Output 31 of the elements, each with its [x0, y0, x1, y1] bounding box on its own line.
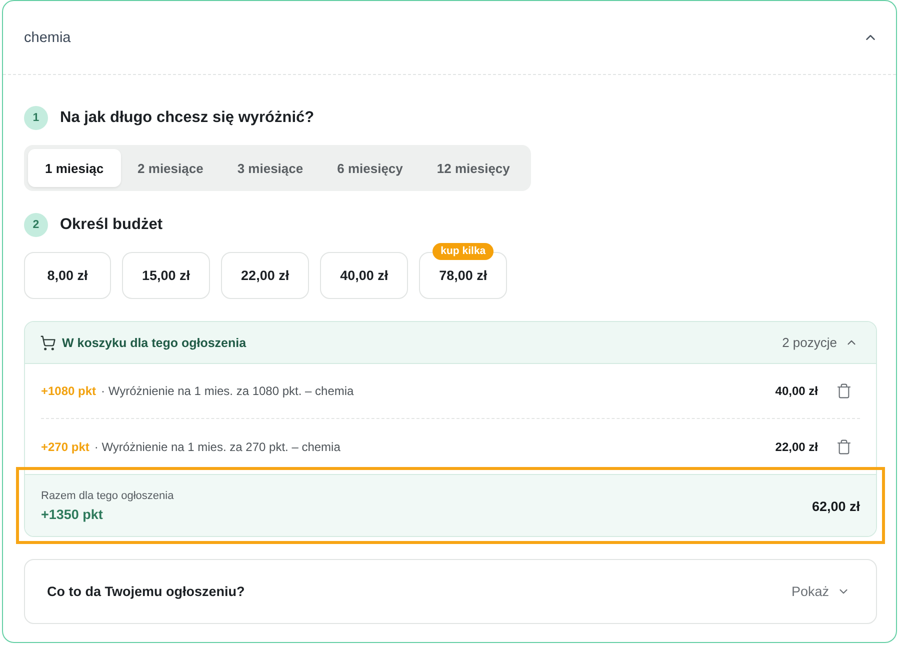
total-points: +1350 pkt [41, 507, 104, 522]
show-button[interactable]: Pokaż [791, 584, 850, 599]
cart-icon [40, 334, 56, 350]
step-number: 1 [24, 106, 48, 130]
step-title: Na jak długo chcesz się wyróżnić? [60, 109, 314, 127]
item-description: · Wyróżnienie na 1 mies. za 1080 pkt. – chemia [101, 384, 354, 398]
item-count: 2 pozycje [782, 335, 837, 350]
points-text: +270 pkt [41, 440, 90, 454]
item-description: · Wyróżnienie na 1 mies. za 270 pkt. – chemia [94, 440, 340, 454]
info-title: Co to da Twojemu ogłoszeniu? [47, 584, 245, 599]
budget-option[interactable]: 22,00 zł [221, 252, 310, 299]
duration-tab[interactable]: 6 miesięcy [320, 149, 420, 187]
section-title: chemia [24, 30, 71, 46]
budget-option[interactable]: 8,00 zł [24, 252, 111, 299]
step-number: 2 [24, 213, 48, 237]
duration-tab[interactable]: 12 miesięcy [420, 149, 527, 187]
budget-option[interactable]: 15,00 zł [122, 252, 210, 299]
item-price: 40,00 zł [775, 384, 818, 398]
trash-icon[interactable] [836, 438, 852, 454]
step-title: Określ budżet [60, 216, 162, 234]
cart-title: W koszyku dla tego ogłoszenia [62, 336, 246, 350]
duration-tab[interactable]: 3 miesiące [220, 149, 320, 187]
duration-tab[interactable]: 1 miesiąc [28, 149, 121, 187]
total-price: 62,00 zł [812, 498, 860, 514]
points-text: +1080 pkt [41, 384, 96, 398]
budget-option[interactable]: 40,00 zł [320, 252, 408, 299]
item-price: 22,00 zł [775, 440, 818, 454]
trash-icon[interactable] [836, 383, 852, 399]
offer-badge: kup kilka [432, 243, 494, 260]
duration-tab[interactable]: 2 miesiące [120, 149, 220, 187]
total-label: Razem dla tego ogłoszenia [41, 490, 174, 502]
